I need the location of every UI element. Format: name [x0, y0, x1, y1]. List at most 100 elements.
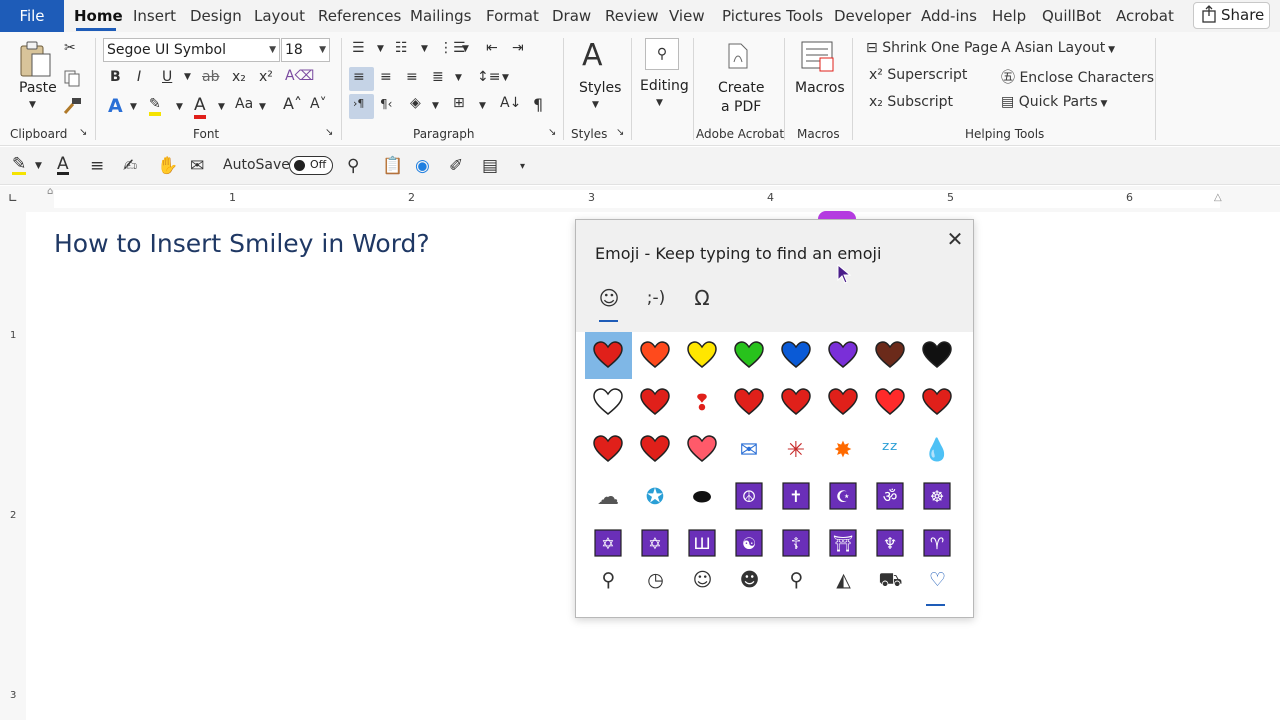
- indent-marker-icon[interactable]: ⌂: [47, 186, 53, 197]
- shading-icon[interactable]: ◈: [410, 95, 421, 111]
- search-icon[interactable]: ⚲: [347, 156, 359, 176]
- chevron-down-icon[interactable]: ▼: [455, 73, 462, 83]
- emoji-zzz[interactable]: ᶻᶻ: [867, 426, 914, 473]
- font-color-button[interactable]: A: [194, 95, 206, 119]
- styles-button[interactable]: Styles: [579, 80, 621, 96]
- shrink-font-button[interactable]: A˅: [310, 96, 327, 112]
- sort-icon[interactable]: A↓: [500, 95, 521, 111]
- emoji-yin-yang[interactable]: ☯: [726, 520, 773, 567]
- italic-button[interactable]: I: [137, 69, 141, 85]
- emoji-purple-heart[interactable]: [820, 332, 867, 379]
- emoji-heart-decoration[interactable]: [679, 426, 726, 473]
- create-pdf-line1[interactable]: Create: [718, 80, 765, 96]
- chevron-down-icon[interactable]: ▼: [656, 98, 663, 108]
- create-pdf-line2[interactable]: a PDF: [721, 99, 761, 115]
- align-center-icon[interactable]: ≡: [380, 69, 392, 85]
- emoji-love-letter[interactable]: ✉: [726, 426, 773, 473]
- horizontal-ruler[interactable]: ∟ ⌂ 1 2 3 4 5 6 △: [0, 186, 1280, 212]
- emoji-two-hearts[interactable]: [726, 379, 773, 426]
- emoji-collision[interactable]: ✸: [820, 426, 867, 473]
- chevron-down-icon[interactable]: ▼: [592, 100, 599, 110]
- tab-review[interactable]: Review: [605, 0, 659, 32]
- align-right-icon[interactable]: ≡: [406, 69, 418, 85]
- chevron-down-icon[interactable]: ▼: [462, 44, 469, 54]
- edit-document-icon[interactable]: ✐: [449, 156, 463, 176]
- asian-layout-button[interactable]: A Asian Layout ▼: [1001, 40, 1115, 56]
- emoji-peace-symbol[interactable]: ☮: [726, 473, 773, 520]
- close-icon[interactable]: ✕: [944, 228, 966, 250]
- clipboard-icon[interactable]: 📋: [382, 156, 403, 176]
- emoji-sparkling-heart[interactable]: [914, 379, 961, 426]
- numbering-icon[interactable]: ☷: [395, 40, 408, 56]
- food-icon[interactable]: ◭: [820, 569, 867, 599]
- create-pdf-icon[interactable]: [726, 42, 750, 74]
- chevron-down-icon[interactable]: ▼: [377, 44, 384, 54]
- share-button[interactable]: Share: [1193, 2, 1270, 29]
- tab-design[interactable]: Design: [190, 0, 242, 32]
- subscript-button[interactable]: x₂: [232, 69, 246, 85]
- emoji-sweat-droplets[interactable]: 💧: [914, 426, 961, 473]
- tab-mailings[interactable]: Mailings: [410, 0, 471, 32]
- format-painter-icon[interactable]: [63, 95, 83, 119]
- chevron-down-icon[interactable]: ▼: [421, 44, 428, 54]
- tab-layout[interactable]: Layout: [254, 0, 305, 32]
- highlight-color-button[interactable]: ✎: [149, 96, 161, 116]
- right-to-left-icon[interactable]: ¶‹: [380, 97, 392, 111]
- emoji-yellow-heart[interactable]: [679, 332, 726, 379]
- emoji-star-and-crescent[interactable]: ☪: [820, 473, 867, 520]
- superscript-button[interactable]: x²: [259, 69, 273, 85]
- macros-button[interactable]: Macros: [795, 80, 845, 96]
- emoji-anger-symbol[interactable]: ✳: [773, 426, 820, 473]
- autosave-toggle[interactable]: Off: [289, 156, 333, 175]
- tab-pictures-tools[interactable]: Pictures Tools: [722, 0, 823, 32]
- emoji-latin-cross[interactable]: ✝: [773, 473, 820, 520]
- record-icon[interactable]: ◉: [415, 156, 430, 176]
- chevron-down-icon[interactable]: ▼: [432, 101, 439, 111]
- copy-icon[interactable]: [63, 69, 81, 91]
- tab-insert[interactable]: Insert: [133, 0, 176, 32]
- emoji-red-heart[interactable]: [585, 332, 632, 379]
- bullets-icon[interactable]: ☰: [352, 40, 365, 56]
- people-icon[interactable]: ☻: [726, 569, 773, 599]
- tab-emoji[interactable]: ☺: [592, 286, 626, 312]
- paste-button[interactable]: Paste: [19, 80, 57, 96]
- font-name-combo[interactable]: Segoe UI Symbol ▼: [103, 38, 280, 62]
- show-formatting-icon[interactable]: ¶: [533, 95, 543, 114]
- emoji-dotted-six-pointed-star[interactable]: ✡: [632, 520, 679, 567]
- quick-parts-button[interactable]: ▤ Quick Parts ▼: [1001, 94, 1107, 110]
- emoji-dizzy[interactable]: ✪: [632, 473, 679, 520]
- emoji-blue-heart[interactable]: [773, 332, 820, 379]
- search-icon[interactable]: ⚲: [585, 569, 632, 599]
- signature-icon[interactable]: ✉: [190, 156, 204, 176]
- emoji-broken-heart[interactable]: [632, 379, 679, 426]
- search-icon[interactable]: ⚲: [645, 38, 679, 70]
- change-case-button[interactable]: Aa: [235, 96, 253, 112]
- tab-acrobat[interactable]: Acrobat: [1116, 0, 1174, 32]
- tab-help[interactable]: Help: [992, 0, 1026, 32]
- emoji-place-of-worship[interactable]: ⛩: [820, 520, 867, 567]
- right-indent-marker-icon[interactable]: △: [1214, 192, 1222, 203]
- emoji-brown-heart[interactable]: [867, 332, 914, 379]
- emoji-white-heart[interactable]: [585, 379, 632, 426]
- emoji-beating-heart[interactable]: [820, 379, 867, 426]
- emoji-wheel-of-dharma[interactable]: ☸: [914, 473, 961, 520]
- chevron-down-icon[interactable]: ▼: [479, 101, 486, 111]
- smiley-icon[interactable]: ☺: [679, 569, 726, 599]
- align-left-icon[interactable]: ≡: [353, 69, 365, 85]
- table-icon[interactable]: ▤: [482, 156, 498, 176]
- emoji-aries[interactable]: ♈: [914, 520, 961, 567]
- emoji-orthodox-cross[interactable]: ☦: [773, 520, 820, 567]
- cut-icon[interactable]: ✂: [64, 40, 76, 56]
- tab-add-ins[interactable]: Add-ins: [921, 0, 977, 32]
- draw-pen-icon[interactable]: ✍: [123, 156, 137, 176]
- emoji-orange-heart[interactable]: [632, 332, 679, 379]
- font-launcher-icon[interactable]: ↘: [325, 127, 333, 138]
- emoji-growing-heart[interactable]: [867, 379, 914, 426]
- chevron-down-icon[interactable]: ▼: [259, 102, 266, 112]
- chevron-down-icon[interactable]: ▼: [184, 72, 191, 82]
- align-icon[interactable]: ≡: [90, 156, 104, 176]
- tab-symbols[interactable]: Ω: [685, 286, 719, 312]
- heart-icon[interactable]: ♡: [914, 569, 961, 599]
- document-heading[interactable]: How to Insert Smiley in Word?: [54, 229, 430, 258]
- recent-icon[interactable]: ◷: [632, 569, 679, 599]
